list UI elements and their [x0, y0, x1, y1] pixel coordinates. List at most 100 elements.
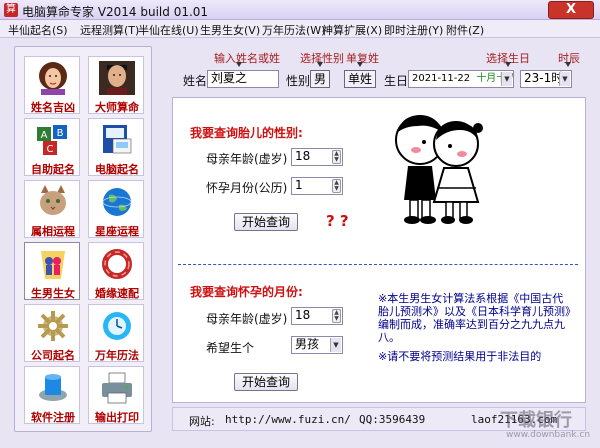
date-value: 2021-11-22 [412, 73, 471, 84]
website-link[interactable]: http://www.fuzi.cn/ [225, 413, 351, 426]
sidebar-item-label: 公司起名 [31, 349, 75, 362]
menu-item-gender[interactable]: 生男生女(V) [200, 22, 260, 38]
calendar-icon [103, 312, 131, 340]
mother-age-label: 母亲年龄(虚岁) [206, 152, 288, 166]
spin-arrows-icon[interactable]: ▲ ▼ [332, 309, 341, 323]
pregnancy-month-label: 怀孕月份(公历) [206, 181, 288, 195]
menu-item-online[interactable]: 半仙在线(U) [138, 22, 199, 38]
menu-item-attachment[interactable]: 附件(Z) [446, 22, 484, 38]
sidebar-item-print-output[interactable]: 输出打印 [88, 366, 144, 424]
name-label: 姓名 [183, 74, 208, 88]
gender-result: ? ? [326, 212, 349, 230]
watermark-text: 下载银行 [500, 410, 572, 431]
pregnancy-month-stepper[interactable]: 1 ▲ ▼ [291, 177, 343, 195]
sidebar-item-perpetual-calendar[interactable]: 万年历法 [88, 304, 144, 362]
mother-age-value: 18 [295, 149, 311, 163]
woman-portrait-icon [39, 62, 67, 95]
gender-label: 性别 [286, 74, 311, 88]
mother-age-stepper[interactable]: 18 ▲ ▼ [291, 148, 343, 166]
svg-text:C: C [47, 144, 54, 155]
sidebar: 姓名吉凶 大师算命 A B C 自助起名 电脑起名 属相运程 星座运程 生男生女… [14, 46, 152, 432]
letter-blocks-icon: A B C [37, 125, 67, 155]
hint-arrow [505, 62, 511, 67]
menu-item-naming[interactable]: 半仙起名(S) [8, 22, 68, 38]
sidebar-item-label: 电脑起名 [95, 163, 139, 176]
sidebar-item-label: 输出打印 [95, 411, 139, 424]
desired-gender-select[interactable]: 男孩 ▼ [291, 336, 343, 354]
download-watermark: 下载银行 www.downbank.cn [486, 406, 598, 446]
query-gender-button[interactable]: 开始查询 [234, 213, 298, 231]
sidebar-item-constellation[interactable]: 星座运程 [88, 180, 144, 238]
sidebar-item-label: 星座运程 [95, 225, 139, 238]
menu-bar: 半仙起名(S) 远程测算(T) 半仙在线(U) 生男生女(V) 万年历法(W) … [0, 20, 600, 38]
sidebar-item-master[interactable]: 大师算命 [88, 56, 144, 114]
chevron-down-icon[interactable]: ▼ [330, 338, 341, 352]
section-divider [178, 264, 578, 265]
sidebar-item-self-naming[interactable]: A B C 自助起名 [24, 118, 80, 176]
menu-item-remote[interactable]: 远程测算(T) [80, 22, 139, 38]
desired-gender-value: 男孩 [295, 337, 320, 351]
gear-icon [38, 311, 68, 341]
hint-arrow [357, 62, 363, 67]
disclaimer-notes: ※本生男生女计算法系根据《中国古代胎儿预测术》以及《日本科学育儿预测》编制而成，… [378, 292, 574, 363]
kissing-couple-illustration [395, 115, 483, 224]
sidebar-item-label: 婚缘速配 [95, 287, 139, 300]
sidebar-item-name-luck[interactable]: 姓名吉凶 [24, 56, 80, 114]
menu-item-calendar[interactable]: 万年历法(W) [262, 22, 325, 38]
section1-title: 我要查询胎儿的性别: [190, 126, 303, 140]
sidebar-item-label: 软件注册 [31, 411, 75, 424]
hint-arrow [317, 62, 323, 67]
sidebar-item-label: 万年历法 [95, 349, 139, 362]
hour-value: 23-1时 [524, 71, 564, 85]
sidebar-item-label: 属相运程 [31, 225, 75, 238]
spin-arrows-icon[interactable]: ▲ ▼ [332, 179, 341, 193]
svg-text:A: A [41, 130, 48, 141]
mother-age-value-2: 18 [295, 308, 311, 322]
sidebar-item-marriage-match[interactable]: 婚缘速配 [88, 242, 144, 300]
gender-select[interactable]: 男 [310, 70, 330, 88]
window-title: 电脑算命专家 V2014 build 01.01 [22, 5, 209, 19]
sidebar-item-label: 生男生女 [31, 287, 75, 300]
mother-age-stepper-2[interactable]: 18 ▲ ▼ [291, 307, 343, 325]
birthday-date-picker[interactable]: 2021-11-22 十月十八 ▼ [408, 70, 514, 88]
chevron-down-icon[interactable]: ▼ [501, 72, 512, 86]
globe-icon [102, 188, 132, 216]
sidebar-item-zodiac-fortune[interactable]: 属相运程 [24, 180, 80, 238]
sidebar-item-boy-girl[interactable]: 生男生女 [24, 242, 80, 300]
red-ring-icon [102, 249, 132, 279]
watermark-url: www.downbank.cn [506, 430, 591, 440]
disk-icon [39, 374, 67, 401]
hint-arrow [236, 62, 242, 67]
note-warning: ※请不要将预测结果用于非法目的 [378, 350, 542, 363]
pregnancy-month-value: 1 [295, 178, 303, 192]
menu-item-extension[interactable]: 神算扩展(X) [322, 22, 382, 38]
close-button[interactable]: X [548, 1, 594, 19]
computer-book-icon [103, 125, 132, 154]
section2-title: 我要查询怀孕的月份: [190, 285, 303, 299]
chevron-down-icon[interactable]: ▼ [559, 72, 570, 86]
note-source: ※本生男生女计算法系根据《中国古代胎儿预测术》以及《日本科学育儿预测》编制而成，… [378, 292, 571, 344]
boy-girl-icon [41, 251, 65, 279]
sidebar-item-label: 姓名吉凶 [31, 101, 75, 114]
svg-text:B: B [57, 128, 64, 139]
master-portrait-icon [99, 61, 135, 95]
printer-icon [102, 372, 132, 404]
spin-arrows-icon[interactable]: ▲ ▼ [332, 150, 341, 164]
cat-icon [40, 185, 66, 215]
birth-hour-select[interactable]: 23-1时 ▼ [520, 70, 572, 88]
title-bar: 算 电脑算命专家 V2014 build 01.01 X [0, 0, 600, 20]
website-label: 网站: [189, 415, 215, 428]
desired-gender-label: 希望生个 [206, 341, 255, 355]
hint-arrow [565, 62, 571, 67]
surname-type-select[interactable]: 单姓 [344, 70, 376, 88]
sidebar-item-software-register[interactable]: 软件注册 [24, 366, 80, 424]
app-icon: 算 [4, 3, 18, 17]
sidebar-item-company-naming[interactable]: 公司起名 [24, 304, 80, 362]
sidebar-item-label: 大师算命 [95, 101, 139, 114]
menu-item-register[interactable]: 即时注册(Y) [384, 22, 443, 38]
sidebar-item-computer-naming[interactable]: 电脑起名 [88, 118, 144, 176]
query-month-button[interactable]: 开始查询 [234, 373, 298, 391]
hint-name: 输入姓名或姓 [214, 52, 280, 65]
name-input[interactable]: 刘夏之 [207, 70, 279, 88]
birthday-label: 生日 [384, 74, 409, 88]
